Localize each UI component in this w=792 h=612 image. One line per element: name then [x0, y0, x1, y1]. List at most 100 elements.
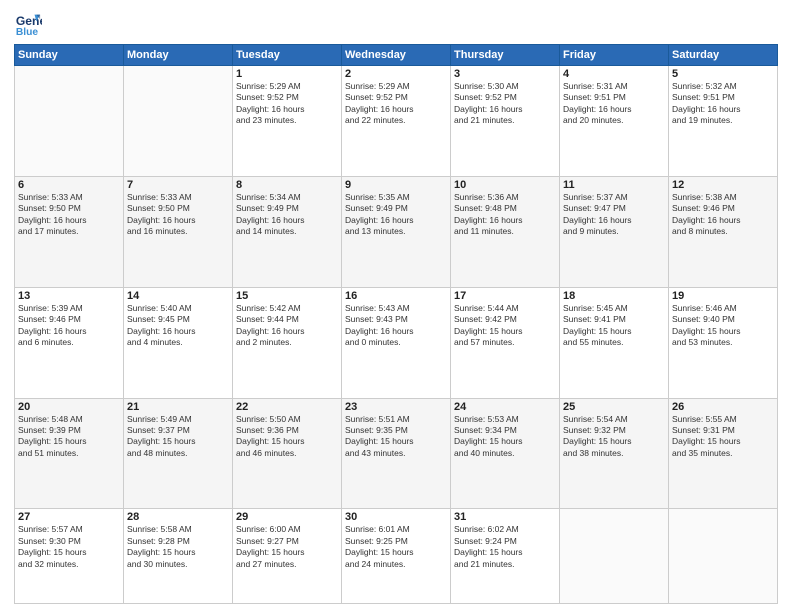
day-info: Sunrise: 6:01 AM Sunset: 9:25 PM Dayligh…	[345, 524, 447, 570]
week-row-5: 27Sunrise: 5:57 AM Sunset: 9:30 PM Dayli…	[15, 509, 778, 604]
weekday-sunday: Sunday	[15, 45, 124, 66]
day-number: 19	[672, 290, 774, 302]
day-number: 24	[454, 401, 556, 413]
day-info: Sunrise: 5:29 AM Sunset: 9:52 PM Dayligh…	[345, 81, 447, 127]
day-info: Sunrise: 5:45 AM Sunset: 9:41 PM Dayligh…	[563, 303, 665, 349]
calendar-cell: 29Sunrise: 6:00 AM Sunset: 9:27 PM Dayli…	[233, 509, 342, 604]
day-info: Sunrise: 6:02 AM Sunset: 9:24 PM Dayligh…	[454, 524, 556, 570]
calendar-cell: 2Sunrise: 5:29 AM Sunset: 9:52 PM Daylig…	[342, 66, 451, 177]
day-number: 9	[345, 179, 447, 191]
calendar-cell: 7Sunrise: 5:33 AM Sunset: 9:50 PM Daylig…	[124, 176, 233, 287]
day-info: Sunrise: 5:42 AM Sunset: 9:44 PM Dayligh…	[236, 303, 338, 349]
calendar-body: 1Sunrise: 5:29 AM Sunset: 9:52 PM Daylig…	[15, 66, 778, 604]
calendar-cell: 9Sunrise: 5:35 AM Sunset: 9:49 PM Daylig…	[342, 176, 451, 287]
day-info: Sunrise: 5:49 AM Sunset: 9:37 PM Dayligh…	[127, 414, 229, 460]
calendar-cell: 19Sunrise: 5:46 AM Sunset: 9:40 PM Dayli…	[669, 287, 778, 398]
day-info: Sunrise: 5:43 AM Sunset: 9:43 PM Dayligh…	[345, 303, 447, 349]
weekday-saturday: Saturday	[669, 45, 778, 66]
day-info: Sunrise: 5:38 AM Sunset: 9:46 PM Dayligh…	[672, 192, 774, 238]
day-number: 27	[18, 511, 120, 523]
day-number: 22	[236, 401, 338, 413]
day-number: 29	[236, 511, 338, 523]
calendar-cell: 13Sunrise: 5:39 AM Sunset: 9:46 PM Dayli…	[15, 287, 124, 398]
calendar-cell: 11Sunrise: 5:37 AM Sunset: 9:47 PM Dayli…	[560, 176, 669, 287]
day-number: 15	[236, 290, 338, 302]
day-number: 28	[127, 511, 229, 523]
weekday-header-row: SundayMondayTuesdayWednesdayThursdayFrid…	[15, 45, 778, 66]
day-info: Sunrise: 5:31 AM Sunset: 9:51 PM Dayligh…	[563, 81, 665, 127]
day-info: Sunrise: 5:39 AM Sunset: 9:46 PM Dayligh…	[18, 303, 120, 349]
calendar-cell: 4Sunrise: 5:31 AM Sunset: 9:51 PM Daylig…	[560, 66, 669, 177]
weekday-thursday: Thursday	[451, 45, 560, 66]
day-info: Sunrise: 5:33 AM Sunset: 9:50 PM Dayligh…	[18, 192, 120, 238]
day-number: 13	[18, 290, 120, 302]
weekday-friday: Friday	[560, 45, 669, 66]
day-number: 11	[563, 179, 665, 191]
day-number: 21	[127, 401, 229, 413]
day-number: 5	[672, 68, 774, 80]
day-info: Sunrise: 5:44 AM Sunset: 9:42 PM Dayligh…	[454, 303, 556, 349]
day-number: 20	[18, 401, 120, 413]
logo: General Blue	[14, 10, 46, 38]
day-number: 10	[454, 179, 556, 191]
calendar-table: SundayMondayTuesdayWednesdayThursdayFrid…	[14, 44, 778, 604]
day-number: 3	[454, 68, 556, 80]
day-number: 2	[345, 68, 447, 80]
day-info: Sunrise: 5:29 AM Sunset: 9:52 PM Dayligh…	[236, 81, 338, 127]
day-info: Sunrise: 5:46 AM Sunset: 9:40 PM Dayligh…	[672, 303, 774, 349]
calendar-cell	[560, 509, 669, 604]
day-number: 25	[563, 401, 665, 413]
calendar-cell: 14Sunrise: 5:40 AM Sunset: 9:45 PM Dayli…	[124, 287, 233, 398]
day-number: 23	[345, 401, 447, 413]
day-info: Sunrise: 5:30 AM Sunset: 9:52 PM Dayligh…	[454, 81, 556, 127]
calendar-cell: 26Sunrise: 5:55 AM Sunset: 9:31 PM Dayli…	[669, 398, 778, 509]
svg-text:Blue: Blue	[16, 27, 39, 38]
calendar-cell: 20Sunrise: 5:48 AM Sunset: 9:39 PM Dayli…	[15, 398, 124, 509]
day-info: Sunrise: 5:53 AM Sunset: 9:34 PM Dayligh…	[454, 414, 556, 460]
day-number: 6	[18, 179, 120, 191]
page-header: General Blue	[14, 10, 778, 38]
day-info: Sunrise: 5:54 AM Sunset: 9:32 PM Dayligh…	[563, 414, 665, 460]
day-info: Sunrise: 5:33 AM Sunset: 9:50 PM Dayligh…	[127, 192, 229, 238]
calendar-cell: 24Sunrise: 5:53 AM Sunset: 9:34 PM Dayli…	[451, 398, 560, 509]
calendar-cell: 8Sunrise: 5:34 AM Sunset: 9:49 PM Daylig…	[233, 176, 342, 287]
day-number: 16	[345, 290, 447, 302]
week-row-4: 20Sunrise: 5:48 AM Sunset: 9:39 PM Dayli…	[15, 398, 778, 509]
calendar-cell: 17Sunrise: 5:44 AM Sunset: 9:42 PM Dayli…	[451, 287, 560, 398]
week-row-1: 1Sunrise: 5:29 AM Sunset: 9:52 PM Daylig…	[15, 66, 778, 177]
calendar-cell: 18Sunrise: 5:45 AM Sunset: 9:41 PM Dayli…	[560, 287, 669, 398]
day-info: Sunrise: 5:34 AM Sunset: 9:49 PM Dayligh…	[236, 192, 338, 238]
day-info: Sunrise: 5:37 AM Sunset: 9:47 PM Dayligh…	[563, 192, 665, 238]
logo-icon: General Blue	[14, 10, 42, 38]
day-info: Sunrise: 6:00 AM Sunset: 9:27 PM Dayligh…	[236, 524, 338, 570]
calendar-cell: 12Sunrise: 5:38 AM Sunset: 9:46 PM Dayli…	[669, 176, 778, 287]
day-number: 26	[672, 401, 774, 413]
calendar-cell: 27Sunrise: 5:57 AM Sunset: 9:30 PM Dayli…	[15, 509, 124, 604]
weekday-wednesday: Wednesday	[342, 45, 451, 66]
day-info: Sunrise: 5:51 AM Sunset: 9:35 PM Dayligh…	[345, 414, 447, 460]
calendar-cell: 30Sunrise: 6:01 AM Sunset: 9:25 PM Dayli…	[342, 509, 451, 604]
weekday-monday: Monday	[124, 45, 233, 66]
day-number: 4	[563, 68, 665, 80]
weekday-tuesday: Tuesday	[233, 45, 342, 66]
calendar-cell: 16Sunrise: 5:43 AM Sunset: 9:43 PM Dayli…	[342, 287, 451, 398]
day-info: Sunrise: 5:32 AM Sunset: 9:51 PM Dayligh…	[672, 81, 774, 127]
calendar-cell: 6Sunrise: 5:33 AM Sunset: 9:50 PM Daylig…	[15, 176, 124, 287]
calendar-cell: 25Sunrise: 5:54 AM Sunset: 9:32 PM Dayli…	[560, 398, 669, 509]
day-info: Sunrise: 5:35 AM Sunset: 9:49 PM Dayligh…	[345, 192, 447, 238]
calendar-cell	[669, 509, 778, 604]
day-info: Sunrise: 5:36 AM Sunset: 9:48 PM Dayligh…	[454, 192, 556, 238]
day-info: Sunrise: 5:57 AM Sunset: 9:30 PM Dayligh…	[18, 524, 120, 570]
week-row-3: 13Sunrise: 5:39 AM Sunset: 9:46 PM Dayli…	[15, 287, 778, 398]
day-number: 12	[672, 179, 774, 191]
day-number: 1	[236, 68, 338, 80]
calendar-cell: 21Sunrise: 5:49 AM Sunset: 9:37 PM Dayli…	[124, 398, 233, 509]
calendar-cell: 31Sunrise: 6:02 AM Sunset: 9:24 PM Dayli…	[451, 509, 560, 604]
week-row-2: 6Sunrise: 5:33 AM Sunset: 9:50 PM Daylig…	[15, 176, 778, 287]
day-info: Sunrise: 5:58 AM Sunset: 9:28 PM Dayligh…	[127, 524, 229, 570]
day-number: 30	[345, 511, 447, 523]
calendar-cell: 10Sunrise: 5:36 AM Sunset: 9:48 PM Dayli…	[451, 176, 560, 287]
day-info: Sunrise: 5:50 AM Sunset: 9:36 PM Dayligh…	[236, 414, 338, 460]
day-number: 18	[563, 290, 665, 302]
calendar-cell: 28Sunrise: 5:58 AM Sunset: 9:28 PM Dayli…	[124, 509, 233, 604]
